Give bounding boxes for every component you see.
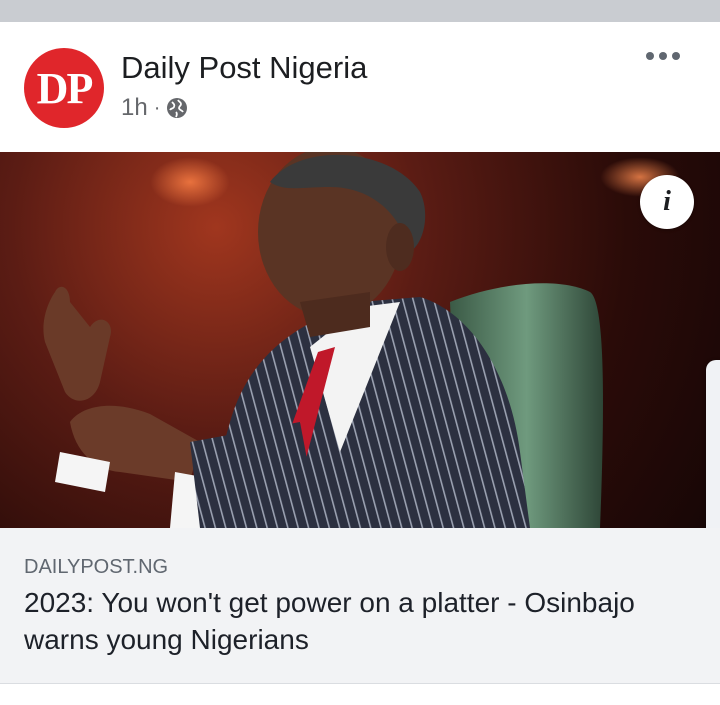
divider (0, 683, 720, 684)
link-headline[interactable]: 2023: You won't get power on a platter -… (24, 584, 674, 658)
post-image[interactable]: i (0, 152, 720, 528)
more-horizontal-icon[interactable] (646, 52, 680, 60)
more-dot (646, 52, 654, 60)
avatar[interactable]: DP (24, 48, 104, 128)
post-header: DP Daily Post Nigeria 1h · (0, 22, 720, 152)
more-dot (659, 52, 667, 60)
link-domain: DAILYPOST.NG (24, 556, 169, 578)
post-meta: 1h · (121, 94, 188, 122)
post-time[interactable]: 1h (121, 94, 148, 122)
meta-separator: · (153, 96, 161, 119)
info-button[interactable]: i (640, 175, 694, 229)
more-dot (672, 52, 680, 60)
page-name[interactable]: Daily Post Nigeria (121, 50, 367, 86)
info-icon: i (663, 186, 671, 217)
link-preview[interactable]: DAILYPOST.NG 2023: You won't get power o… (0, 528, 720, 683)
globe-icon (166, 97, 188, 119)
avatar-text: DP (36, 63, 94, 113)
top-bar (0, 0, 720, 22)
photo-illustration (43, 152, 603, 528)
